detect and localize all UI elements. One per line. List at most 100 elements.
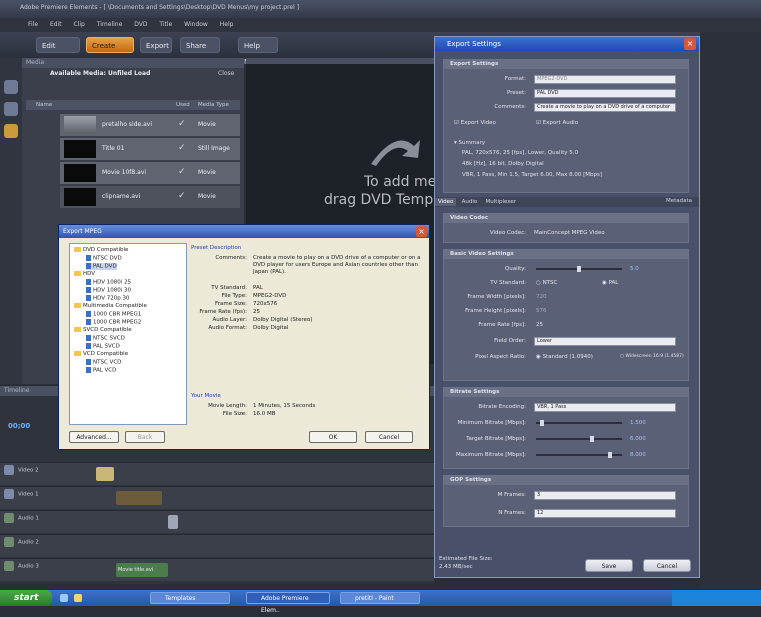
cancel-button[interactable]: Cancel bbox=[365, 431, 413, 443]
summary-toggle[interactable]: ▾ Summary bbox=[454, 140, 485, 146]
section-heading: Basic Video Settings bbox=[444, 250, 688, 259]
media-row[interactable]: pretalho side.avi ✓ Movie bbox=[60, 114, 240, 136]
export-button[interactable]: Export bbox=[140, 37, 172, 53]
menu-file[interactable]: File bbox=[28, 21, 38, 28]
target-bitrate-slider-track[interactable] bbox=[536, 438, 622, 440]
timeline-clip[interactable] bbox=[168, 515, 178, 529]
media-close-link[interactable]: Close bbox=[218, 70, 234, 77]
export-settings-dialog: Export Settings × Export Settings Format… bbox=[434, 36, 700, 578]
metadata-button[interactable]: Metadata bbox=[663, 197, 695, 205]
start-button[interactable]: start bbox=[0, 590, 52, 606]
menu-help[interactable]: Help bbox=[220, 21, 234, 28]
media-row[interactable]: clipname.avi ✓ Movie bbox=[60, 186, 240, 208]
tab-video[interactable]: Video bbox=[435, 198, 457, 206]
tree-folder[interactable]: Multimedia Compatible bbox=[74, 303, 147, 309]
menu-timeline[interactable]: Timeline bbox=[97, 21, 123, 28]
tree-folder[interactable]: VCD Compatible bbox=[74, 351, 128, 357]
tree-item[interactable]: HDV 720p 30 bbox=[86, 295, 130, 302]
menu-title[interactable]: Title bbox=[159, 21, 172, 28]
settings-tabs: Video Audio Multiplexer Metadata bbox=[435, 197, 699, 207]
menu-edit[interactable]: Edit bbox=[50, 21, 62, 28]
taskbar-item[interactable]: Adobe Premiere Elem.. bbox=[246, 592, 330, 614]
media-row-type: Still Image bbox=[198, 145, 230, 152]
tree-item-selected[interactable]: PAL DVD bbox=[86, 263, 117, 270]
titles-icon[interactable] bbox=[4, 124, 18, 138]
help-me-button[interactable]: Help Me bbox=[238, 37, 278, 66]
audio-track-icon bbox=[4, 513, 14, 523]
col-used[interactable]: Used bbox=[176, 100, 190, 110]
tree-item[interactable]: HDV 1080i 30 bbox=[86, 287, 131, 294]
col-type[interactable]: Media Type bbox=[198, 100, 229, 110]
target-bitrate-slider-knob[interactable] bbox=[590, 436, 595, 442]
tree-item[interactable]: PAL VCD bbox=[86, 367, 116, 374]
tree-folder[interactable]: SVCD Compatible bbox=[74, 327, 132, 333]
video-track-icon bbox=[4, 489, 14, 499]
close-icon[interactable]: × bbox=[416, 226, 427, 237]
ntsc-radio[interactable]: ○ NTSC bbox=[536, 280, 557, 286]
close-icon[interactable]: × bbox=[684, 38, 696, 50]
widescreen-aspect-radio[interactable]: ○ Widescreen 16:9 (1.4587) bbox=[620, 354, 684, 359]
basic-video-section: Basic Video Settings Quality: 5.0 TV Sta… bbox=[443, 249, 689, 381]
tree-item[interactable]: NTSC SVCD bbox=[86, 335, 125, 342]
format-select[interactable]: MPEG2-DVD bbox=[534, 75, 676, 84]
effects-icon[interactable] bbox=[4, 102, 18, 116]
media-icon[interactable] bbox=[4, 80, 18, 94]
file-icon bbox=[86, 279, 91, 285]
media-row[interactable]: Title 01 ✓ Still Image bbox=[60, 138, 240, 160]
min-bitrate-slider-track[interactable] bbox=[536, 422, 622, 424]
create-dvd-button[interactable]: Create DVD bbox=[86, 37, 134, 66]
estimated-size: Estimated File Size: 2.43 MB/sec bbox=[439, 555, 493, 571]
timeline-clip-label[interactable]: Movie title.avi bbox=[116, 563, 168, 577]
cancel-button[interactable]: Cancel bbox=[643, 559, 691, 572]
tab-multiplexer[interactable]: Multiplexer bbox=[483, 198, 519, 206]
arrow-icon bbox=[371, 140, 420, 166]
export-audio-checkbox[interactable]: ☑ Export Audio bbox=[536, 120, 578, 126]
menu-dvd[interactable]: DVD bbox=[134, 21, 147, 28]
max-bitrate-slider-knob[interactable] bbox=[608, 452, 613, 458]
track-audio-1: Audio 1 bbox=[0, 510, 434, 533]
pal-radio[interactable]: ◉ PAL bbox=[602, 280, 618, 286]
checkmark-icon: ✓ bbox=[178, 119, 186, 129]
m-frames-row: M Frames: 3 bbox=[444, 490, 688, 501]
n-frames-select[interactable]: 12 bbox=[534, 509, 676, 518]
m-frames-select[interactable]: 3 bbox=[534, 491, 676, 500]
quality-slider-knob[interactable] bbox=[577, 266, 581, 272]
tree-item[interactable]: HDV 1080i 25 bbox=[86, 279, 131, 286]
media-row[interactable]: Movie 10f8.avi ✓ Movie bbox=[60, 162, 240, 184]
file-type-value: MPEG2-DVD bbox=[253, 293, 287, 299]
timecode[interactable]: 00;00 bbox=[8, 422, 30, 430]
tree-folder[interactable]: DVD Compatible bbox=[74, 247, 128, 253]
menu-clip[interactable]: Clip bbox=[74, 21, 85, 28]
tab-audio[interactable]: Audio bbox=[459, 198, 481, 206]
tree-item[interactable]: 1000 CBR MPEG1 bbox=[86, 311, 141, 318]
save-button[interactable]: Save bbox=[585, 559, 633, 572]
edit-movie-button[interactable]: Edit Movie bbox=[36, 37, 80, 66]
ok-button[interactable]: OK bbox=[309, 431, 357, 443]
bitrate-encoding-select[interactable]: VBR, 1 Pass bbox=[534, 403, 676, 412]
share-button[interactable]: Share bbox=[180, 37, 220, 53]
tree-item[interactable]: NTSC DVD bbox=[86, 255, 122, 262]
col-name[interactable]: Name bbox=[36, 100, 52, 110]
taskbar-item[interactable]: Templates bbox=[150, 592, 230, 604]
timeline-clip[interactable] bbox=[116, 491, 162, 505]
file-icon bbox=[86, 263, 91, 269]
min-bitrate-slider-knob[interactable] bbox=[540, 420, 545, 426]
menu-window[interactable]: Window bbox=[184, 21, 208, 28]
taskbar-item[interactable]: pretitl - Paint bbox=[340, 592, 420, 604]
standard-aspect-radio[interactable]: ◉ Standard (1.0940) bbox=[536, 354, 593, 360]
quicklaunch-icon[interactable] bbox=[74, 594, 82, 602]
timeline-clip[interactable] bbox=[96, 467, 114, 481]
export-video-checkbox[interactable]: ☑ Export Video bbox=[454, 120, 496, 126]
tree-item[interactable]: NTSC VCD bbox=[86, 359, 121, 366]
tree-item[interactable]: 1000 CBR MPEG2 bbox=[86, 319, 141, 326]
folder-icon bbox=[74, 351, 81, 356]
advanced-button[interactable]: Advanced... bbox=[69, 431, 119, 443]
field-order-select[interactable]: Lower bbox=[534, 337, 676, 346]
comments-field[interactable]: Create a movie to play on a DVD drive of… bbox=[534, 103, 676, 112]
preset-select[interactable]: PAL DVD bbox=[534, 89, 676, 98]
file-icon bbox=[86, 319, 91, 325]
quicklaunch-icon[interactable] bbox=[60, 594, 68, 602]
back-button[interactable]: Back bbox=[125, 431, 165, 443]
tree-item[interactable]: PAL SVCD bbox=[86, 343, 120, 350]
tree-folder[interactable]: HDV bbox=[74, 271, 95, 277]
